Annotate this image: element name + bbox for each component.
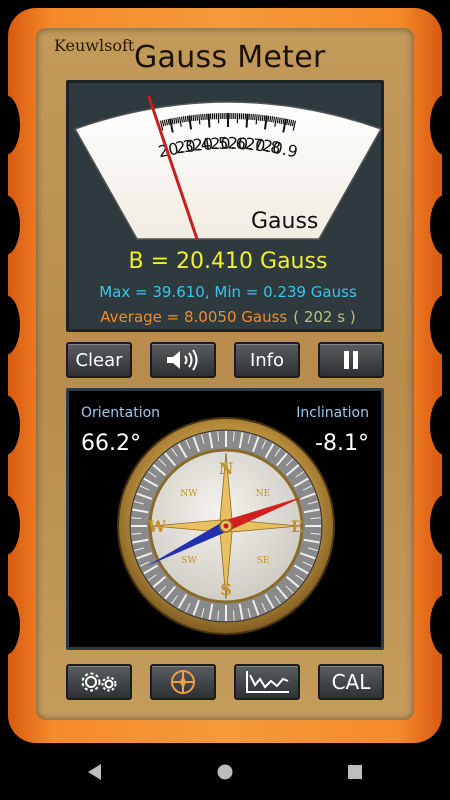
pause-button[interactable] <box>318 342 384 378</box>
average-reading: Average = 8.0050 Gauss ( 202 s ) <box>69 308 387 326</box>
b-reading: B = 20.410 Gauss <box>128 249 328 274</box>
graph-button[interactable] <box>234 664 300 700</box>
max-min-reading: Max = 39.610, Min = 0.239 Gauss <box>99 283 357 301</box>
compass-sw: SW <box>181 556 197 566</box>
recents-square-icon[interactable] <box>346 762 364 782</box>
graph-icon <box>246 671 289 693</box>
gears-icon <box>81 672 117 692</box>
gauge-tick <box>261 114 264 122</box>
compass-west: W <box>147 517 167 536</box>
back-triangle-icon[interactable] <box>86 762 104 782</box>
compass-ne: NE <box>256 489 270 499</box>
compass-nw: NW <box>180 489 198 499</box>
gauge-tick <box>267 115 270 122</box>
gauge-tick <box>259 114 262 121</box>
app-title: Gauss Meter <box>134 40 326 75</box>
gauge-tick <box>207 113 211 128</box>
home-circle-icon[interactable] <box>216 762 234 782</box>
gauge-tick <box>263 115 266 122</box>
brand-label: Keuwlsoft <box>54 36 135 55</box>
gauge-tick <box>257 114 260 121</box>
system-nav-bar <box>0 748 450 800</box>
gauge-tick <box>194 114 197 121</box>
compass-south: S <box>220 580 232 599</box>
elapsed-time: ( 202 s ) <box>293 308 356 326</box>
gauge-tick <box>245 113 249 128</box>
compass-se: SE <box>257 556 270 566</box>
settings-button[interactable] <box>66 664 132 700</box>
gauge-tick <box>184 115 187 123</box>
gauge-tick <box>202 114 204 121</box>
gauge-tick <box>269 115 272 123</box>
compass-north: N <box>219 459 234 478</box>
gauge-tick <box>254 114 256 121</box>
gauge-tick <box>252 114 254 121</box>
pause-icon <box>344 351 358 369</box>
compass-east: E <box>291 517 303 536</box>
sound-button[interactable] <box>150 342 216 378</box>
gauge-tick <box>190 115 193 122</box>
gauge-tick <box>192 114 195 122</box>
cal-button[interactable]: CAL <box>318 664 384 700</box>
compass-mode-button[interactable] <box>150 664 216 700</box>
gauge-tick <box>200 114 202 121</box>
gauge-tick <box>196 114 199 121</box>
compass-icon <box>171 670 195 694</box>
gauge-tick <box>186 115 189 122</box>
clear-button[interactable]: Clear <box>66 342 132 378</box>
compass-display: Orientation 66.2° Inclination -8.1° N E … <box>66 388 384 650</box>
compass-dial: N E S W NE SE SW NW <box>117 417 335 635</box>
info-button[interactable]: Info <box>234 342 300 378</box>
average-value: Average = 8.0050 Gauss <box>100 308 288 326</box>
gauge-unit-label: Gauss <box>251 209 318 234</box>
speaker-icon <box>167 349 198 371</box>
meter-display: 20.3 20.4 20.5 20.6 20.7 20.8 20.9 Gauss B = 2… <box>66 80 384 332</box>
